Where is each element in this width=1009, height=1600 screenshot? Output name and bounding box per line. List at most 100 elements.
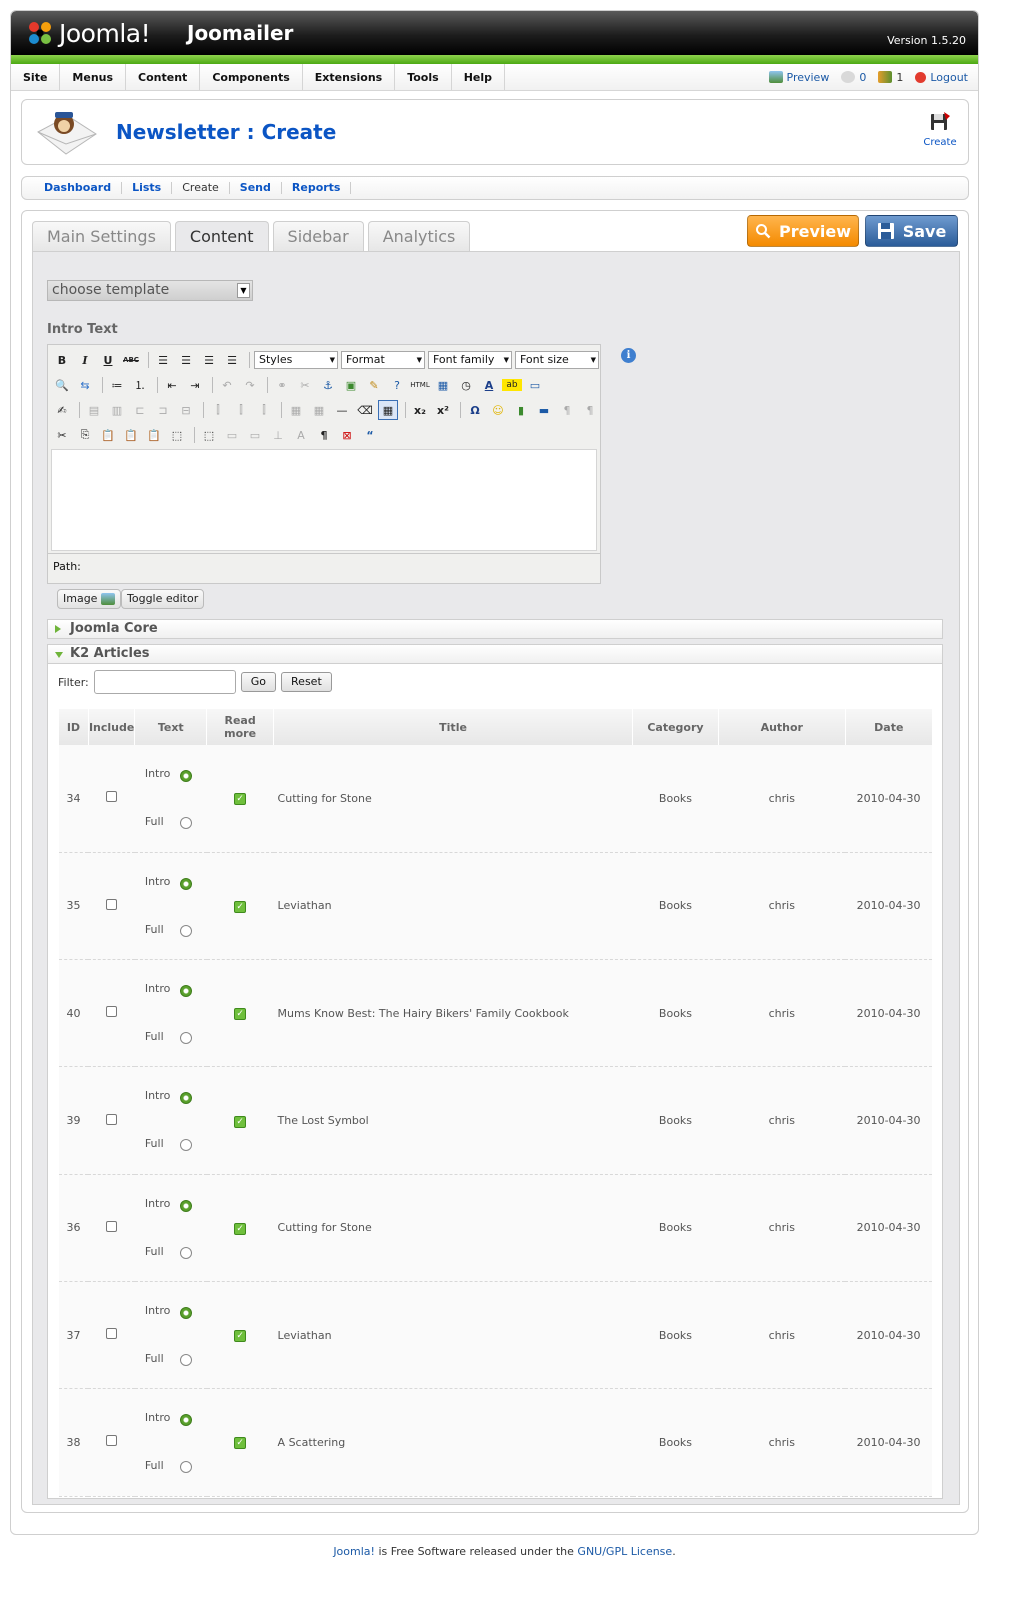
- menu-extensions[interactable]: Extensions: [303, 64, 396, 90]
- insert-time-icon[interactable]: ◷: [456, 375, 476, 395]
- tab-sidebar[interactable]: Sidebar: [272, 221, 364, 252]
- align-justify-icon[interactable]: ☰: [222, 350, 242, 370]
- unlink-icon[interactable]: ✂: [295, 375, 315, 395]
- col-before-icon[interactable]: ⫿: [208, 400, 228, 420]
- menu-menus[interactable]: Menus: [60, 64, 127, 90]
- intro-radio[interactable]: [179, 985, 192, 998]
- joomla-link[interactable]: Joomla!: [333, 1545, 375, 1558]
- emoticon-icon[interactable]: ☺: [488, 400, 508, 420]
- outdent-icon[interactable]: ⇤: [162, 375, 182, 395]
- header-id[interactable]: ID: [58, 709, 89, 745]
- special-char-icon[interactable]: Ω: [465, 400, 485, 420]
- header-category[interactable]: Category: [632, 709, 719, 745]
- table-icon[interactable]: ▦: [378, 400, 398, 420]
- italic-icon[interactable]: I: [75, 350, 95, 370]
- paste-word-icon[interactable]: 📋: [144, 425, 164, 445]
- bold-icon[interactable]: B: [52, 350, 72, 370]
- tab-content[interactable]: Content: [174, 221, 269, 252]
- align-center-icon[interactable]: ☰: [176, 350, 196, 370]
- underline-icon[interactable]: U: [98, 350, 118, 370]
- select-all-icon[interactable]: ⬚: [167, 425, 187, 445]
- info-icon[interactable]: i: [621, 348, 636, 363]
- subscript-icon[interactable]: x₂: [410, 400, 430, 420]
- header-date[interactable]: Date: [844, 709, 932, 745]
- submenu-reports[interactable]: Reports: [282, 182, 352, 194]
- media-icon[interactable]: ▮: [511, 400, 531, 420]
- filter-input[interactable]: [93, 670, 236, 694]
- delete-row-icon[interactable]: ⊟: [176, 400, 196, 420]
- read-more-checkbox[interactable]: ✓: [234, 793, 247, 806]
- advanced-hr-icon[interactable]: ▬: [534, 400, 554, 420]
- horizontal-rule-icon[interactable]: —: [332, 400, 352, 420]
- reset-button[interactable]: Reset: [281, 672, 332, 692]
- indent-icon[interactable]: ⇥: [185, 375, 205, 395]
- full-radio[interactable]: [179, 1032, 192, 1045]
- status-logout[interactable]: Logout: [915, 71, 968, 84]
- tab-main-settings[interactable]: Main Settings: [32, 221, 171, 252]
- row-before-icon[interactable]: ⊏: [130, 400, 150, 420]
- preview-button[interactable]: Preview: [747, 215, 859, 247]
- anchor-icon[interactable]: ⚓: [318, 375, 338, 395]
- menu-tools[interactable]: Tools: [395, 64, 452, 90]
- header-title[interactable]: Title: [273, 709, 633, 745]
- replace-icon[interactable]: ⇆: [75, 375, 95, 395]
- include-checkbox[interactable]: [106, 1435, 118, 1447]
- copy-icon[interactable]: ⎘: [75, 425, 95, 445]
- include-checkbox[interactable]: [106, 1006, 118, 1018]
- image-insert-icon[interactable]: ▣: [341, 375, 361, 395]
- include-checkbox[interactable]: [106, 1328, 118, 1340]
- menu-site[interactable]: Site: [11, 64, 61, 90]
- cut-icon[interactable]: ✂: [52, 425, 72, 445]
- full-radio[interactable]: [179, 1353, 192, 1366]
- font-size-select[interactable]: Font size ▼: [515, 351, 599, 369]
- logout-link[interactable]: Logout: [930, 71, 968, 84]
- fullscreen-icon[interactable]: ▭: [525, 375, 545, 395]
- format-select[interactable]: Format ▼: [341, 351, 425, 369]
- intro-radio[interactable]: [179, 1199, 192, 1212]
- submenu-dashboard[interactable]: Dashboard: [34, 182, 123, 194]
- style-props-icon[interactable]: A: [291, 425, 311, 445]
- include-checkbox[interactable]: [106, 1220, 118, 1232]
- read-more-checkbox[interactable]: ✓: [234, 1008, 247, 1021]
- remove-format-icon[interactable]: ⌫: [355, 400, 375, 420]
- messages-count[interactable]: 0: [859, 71, 866, 84]
- toggle-editor-button[interactable]: Toggle editor: [121, 589, 205, 609]
- create-button[interactable]: Create: [920, 110, 960, 148]
- absolute-icon[interactable]: ⊥: [268, 425, 288, 445]
- license-link[interactable]: GNU/GPL License: [577, 1545, 672, 1558]
- align-left-icon[interactable]: ☰: [153, 350, 173, 370]
- read-more-checkbox[interactable]: ✓: [234, 1115, 247, 1128]
- highlight-color-icon[interactable]: ab: [502, 379, 522, 391]
- include-checkbox[interactable]: [106, 898, 118, 910]
- visual-aid-icon[interactable]: ⬚: [199, 425, 219, 445]
- paste-text-icon[interactable]: 📋: [121, 425, 141, 445]
- full-radio[interactable]: [179, 1246, 192, 1259]
- full-radio[interactable]: [179, 1461, 192, 1474]
- text-color-icon[interactable]: A: [479, 375, 499, 395]
- go-button[interactable]: Go: [240, 672, 277, 692]
- menu-content[interactable]: Content: [126, 64, 201, 90]
- rtl-icon[interactable]: ¶: [580, 400, 600, 420]
- undo-icon[interactable]: ↶: [217, 375, 237, 395]
- intro-radio[interactable]: [179, 877, 192, 890]
- delete-col-icon[interactable]: ⫿: [254, 400, 274, 420]
- nonbreaking-icon[interactable]: ⊠: [337, 425, 357, 445]
- split-cells-icon[interactable]: ▦: [286, 400, 306, 420]
- layer-icon[interactable]: ▭: [222, 425, 242, 445]
- merge-cells-icon[interactable]: ▦: [309, 400, 329, 420]
- submenu-lists[interactable]: Lists: [122, 182, 173, 194]
- save-button[interactable]: Save: [865, 215, 958, 247]
- bullet-list-icon[interactable]: ≔: [107, 375, 127, 395]
- styles-select[interactable]: Styles ▼: [254, 351, 338, 369]
- font-family-select[interactable]: Font family ▼: [428, 351, 512, 369]
- html-source-icon[interactable]: HTML: [410, 375, 430, 395]
- read-more-checkbox[interactable]: ✓: [234, 1330, 247, 1343]
- link-icon[interactable]: ⚭: [272, 375, 292, 395]
- cleanup-icon[interactable]: ✎: [364, 375, 384, 395]
- redo-icon[interactable]: ↷: [240, 375, 260, 395]
- template-select[interactable]: choose template ▼: [47, 280, 253, 301]
- include-checkbox[interactable]: [106, 1113, 118, 1125]
- k2-articles-section[interactable]: K2 Articles: [47, 644, 943, 664]
- edit-css-icon[interactable]: ✍: [52, 400, 72, 420]
- status-preview[interactable]: Preview: [768, 71, 829, 84]
